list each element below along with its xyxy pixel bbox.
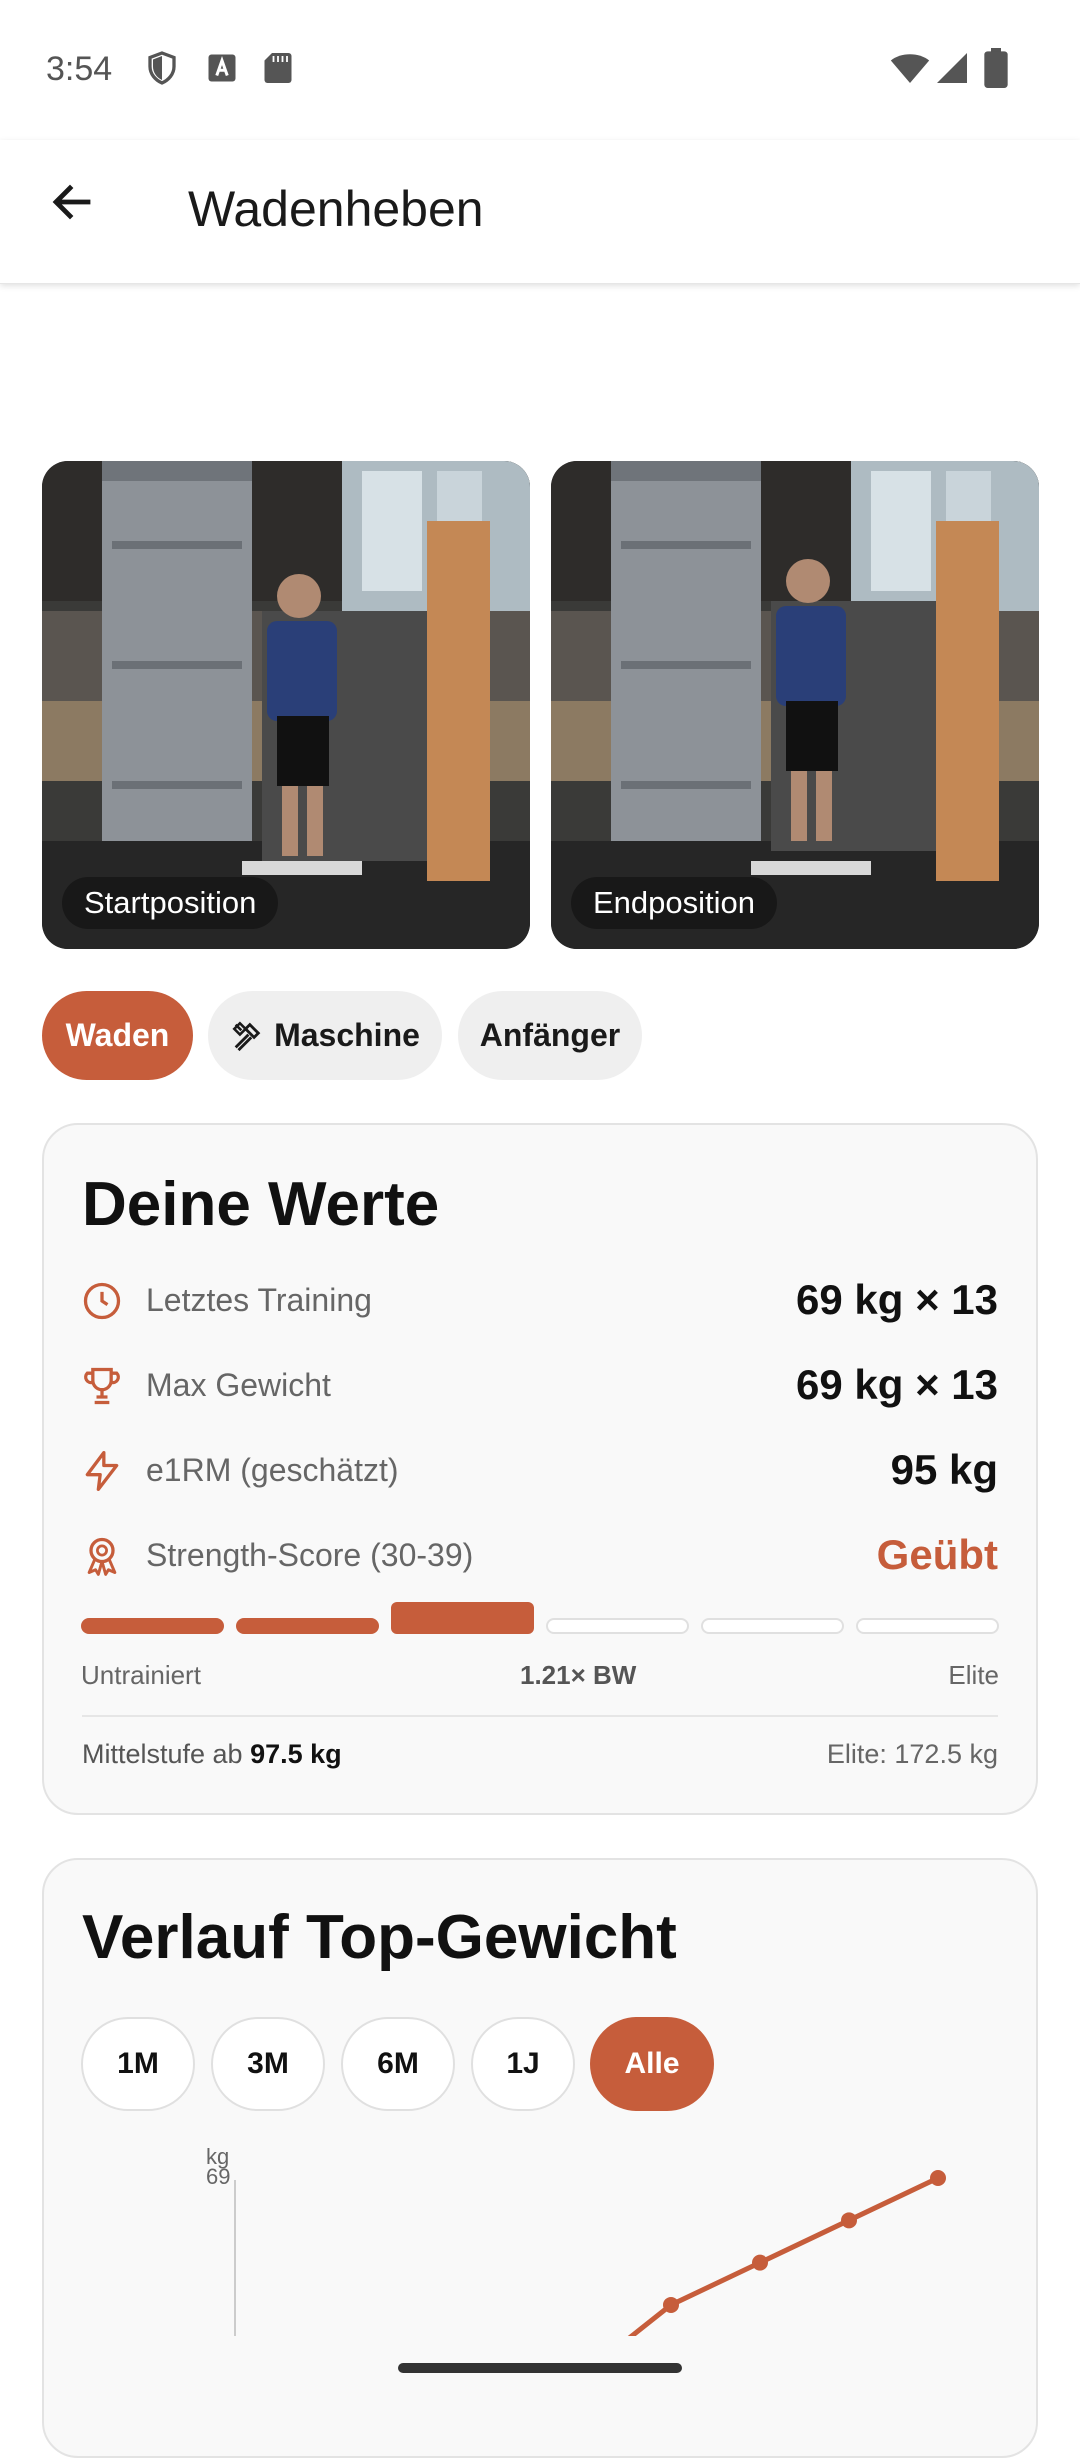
- chart-marks: [627, 2170, 946, 2336]
- scale-middle-label: 1.21× BW: [520, 1660, 637, 1690]
- top-weight-line-chart: kg 69: [206, 2144, 946, 2336]
- bolt-icon: [85, 1451, 119, 1491]
- trophy-icon: [84, 1367, 120, 1405]
- elite-threshold: Elite: 172.5 kg: [826, 1739, 998, 1769]
- gym-photo-end: [551, 461, 1039, 949]
- status-bar: 3:54: [0, 0, 1080, 140]
- stats-card-title: Deine Werte: [82, 1170, 440, 1239]
- chip-anfaenger[interactable]: Anfänger: [458, 991, 642, 1080]
- row-label: e1RM (geschätzt): [146, 1452, 399, 1488]
- start-position-image[interactable]: Startposition: [42, 461, 530, 949]
- gesture-nav-handle[interactable]: [398, 2363, 682, 2373]
- strength-level-value: Geübt: [876, 1531, 998, 1578]
- data-point: [841, 2212, 857, 2229]
- page-title: Wadenheben: [188, 181, 484, 237]
- row-label: Max Gewicht: [146, 1367, 331, 1403]
- shield-icon: [148, 51, 176, 85]
- stats-card: Deine Werte Letztes Training 69 kg × 13 …: [42, 1123, 1038, 1815]
- strength-segment: [236, 1618, 379, 1634]
- scale-left-label: Untrainiert: [81, 1660, 201, 1690]
- strength-segment: [391, 1602, 534, 1634]
- threshold-value: 97.5 kg: [250, 1739, 342, 1769]
- tools-icon: [232, 1020, 261, 1051]
- font-icon: [208, 54, 236, 82]
- wifi-icon: [890, 54, 930, 83]
- clock-icon: [83, 1282, 121, 1320]
- range-3m-button[interactable]: 3M: [211, 2017, 325, 2111]
- strength-segment: [546, 1618, 689, 1634]
- y-tick-label: 69: [206, 2164, 230, 2189]
- strength-segment: [701, 1618, 844, 1634]
- row-value: 95 kg: [890, 1446, 998, 1493]
- range-label: 6M: [377, 2047, 419, 2080]
- data-point: [663, 2296, 679, 2313]
- range-label: 1M: [117, 2047, 159, 2080]
- gym-photo-start: [42, 461, 530, 949]
- row-value: 69 kg × 13: [796, 1276, 998, 1323]
- status-time: 3:54: [46, 50, 113, 88]
- row-value: 69 kg × 13: [796, 1361, 998, 1408]
- data-point: [930, 2170, 946, 2186]
- range-alle-button[interactable]: Alle: [590, 2017, 714, 2111]
- data-point: [752, 2254, 768, 2271]
- row-label: Strength-Score (30-39): [146, 1537, 474, 1573]
- chart-card-title: Verlauf Top-Gewicht: [82, 1903, 677, 1972]
- chip-maschine[interactable]: Maschine: [208, 991, 442, 1080]
- app-bar: Wadenheben: [0, 140, 1080, 284]
- range-1j-button[interactable]: 1J: [471, 2017, 575, 2111]
- divider: [82, 1715, 998, 1717]
- range-label: Alle: [624, 2047, 680, 2080]
- back-button[interactable]: [40, 170, 104, 234]
- row-label: Letztes Training: [146, 1282, 372, 1318]
- chip-waden[interactable]: Waden: [42, 991, 193, 1080]
- chip-label: Maschine: [274, 1017, 420, 1053]
- range-1m-button[interactable]: 1M: [81, 2017, 195, 2111]
- strength-segment: [81, 1618, 224, 1634]
- end-position-image[interactable]: Endposition: [551, 461, 1039, 949]
- range-label: 3M: [247, 2047, 289, 2080]
- chip-label: Waden: [65, 1017, 170, 1053]
- range-label: 1J: [506, 2047, 540, 2080]
- intermediate-threshold: Mittelstufe ab 97.5 kg: [82, 1739, 342, 1770]
- range-6m-button[interactable]: 6M: [341, 2017, 455, 2111]
- sd-card-icon: [264, 53, 292, 83]
- arrow-left-icon: [52, 184, 91, 220]
- threshold-prefix: Mittelstufe ab: [82, 1739, 251, 1769]
- signal-icon: [937, 53, 967, 83]
- scale-right-label: Elite: [948, 1660, 999, 1690]
- image-label: Startposition: [62, 877, 279, 929]
- chip-label: Anfänger: [479, 1017, 621, 1053]
- strength-segment: [856, 1618, 999, 1634]
- battery-icon: [984, 48, 1008, 88]
- image-label: Endposition: [571, 877, 778, 929]
- award-icon: [87, 1537, 117, 1576]
